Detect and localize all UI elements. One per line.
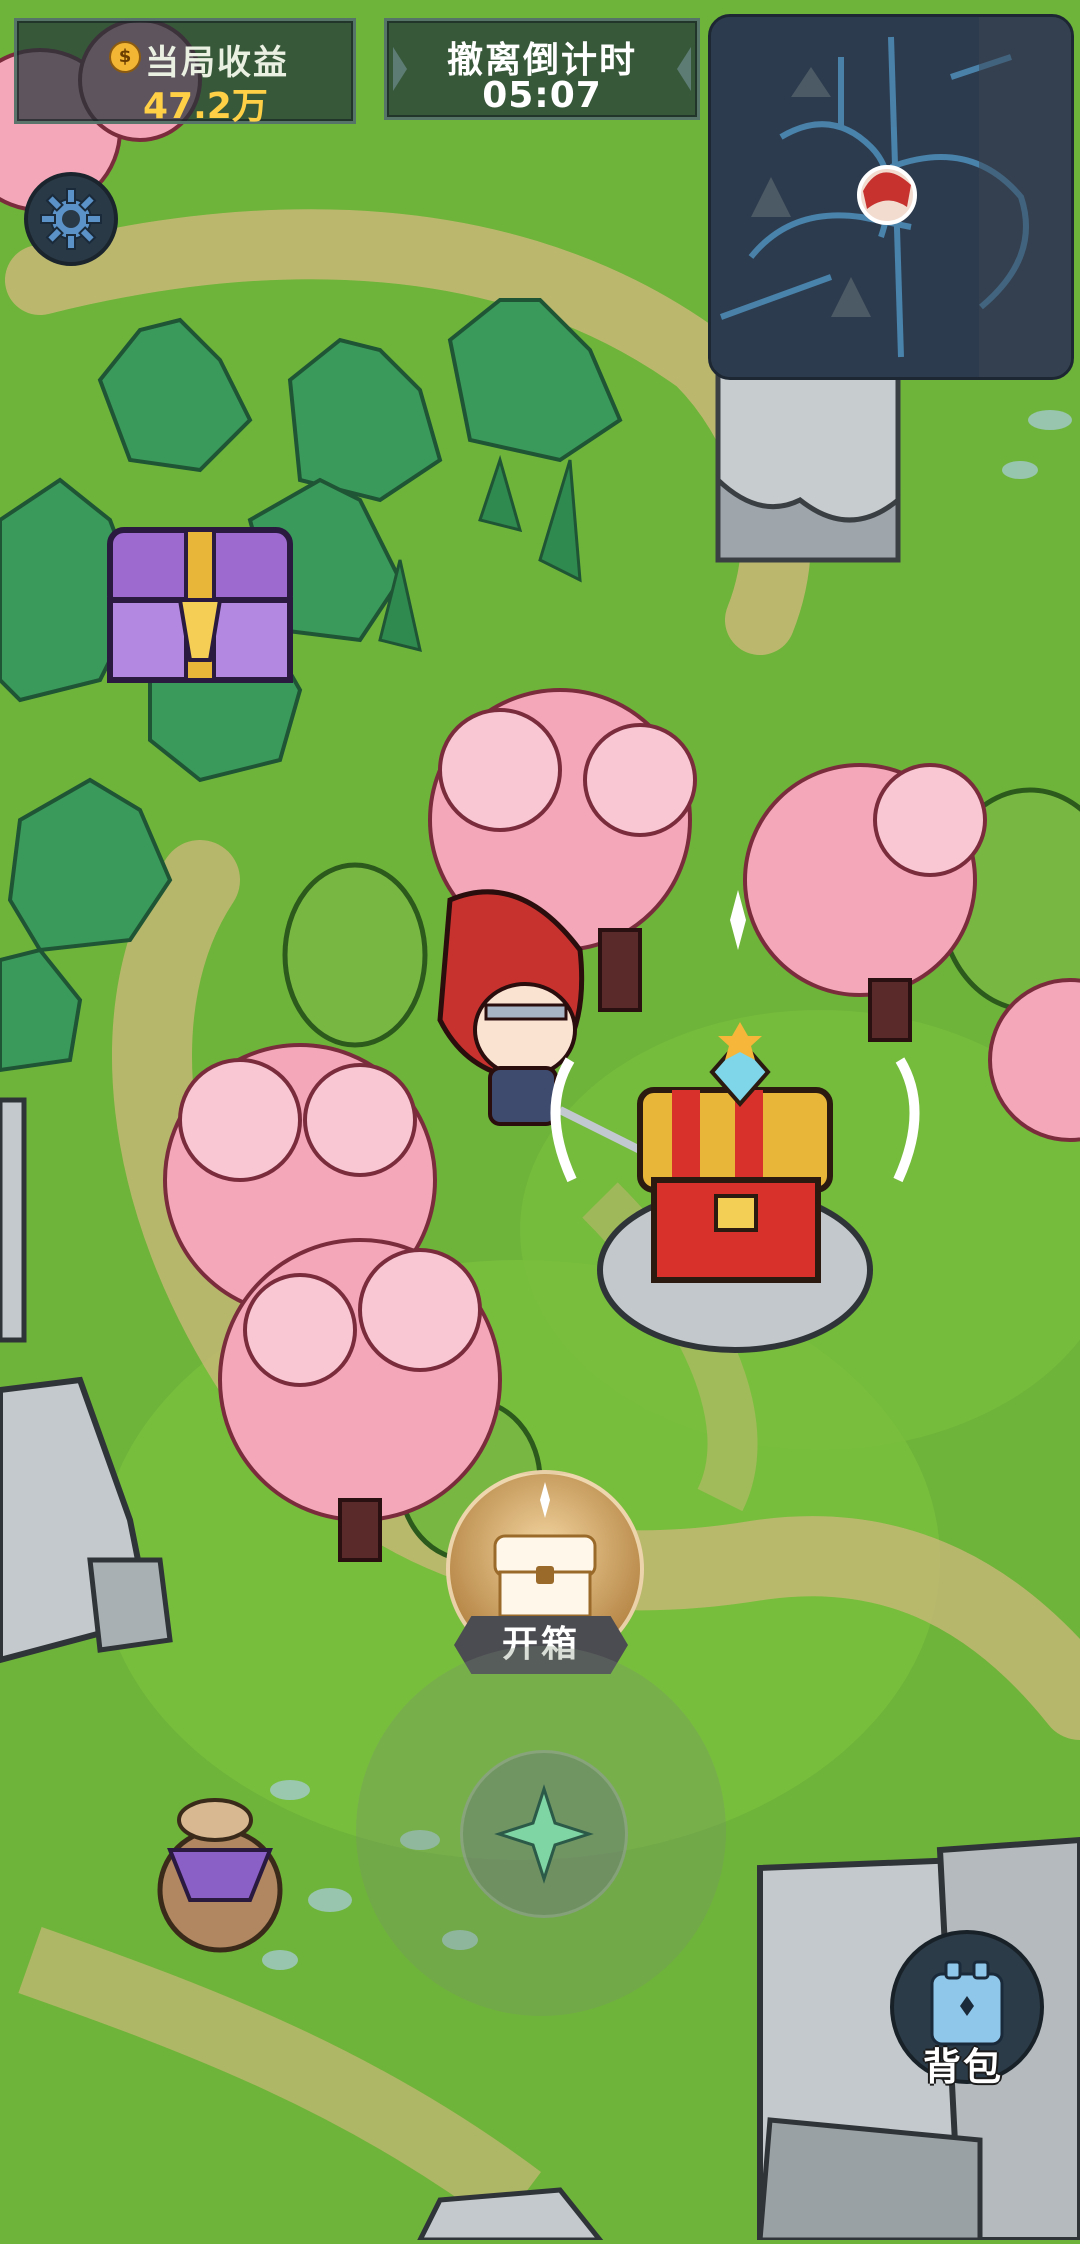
minimap[interactable]	[708, 14, 1074, 380]
evacuation-timer-panel: 撤离倒计时 05:07	[384, 18, 700, 120]
earnings-value: 47.2万	[143, 86, 268, 127]
joystick-knob[interactable]	[460, 1750, 628, 1918]
backpack-label: 背包	[922, 2045, 1003, 2089]
settings-button[interactable]	[24, 172, 118, 266]
gear-icon	[40, 188, 102, 250]
coin-icon: $	[109, 41, 141, 73]
player-avatar-icon	[857, 165, 917, 225]
movement-joystick[interactable]	[356, 1646, 726, 2016]
earnings-panel: $ 当局收益 47.2万	[14, 18, 356, 127]
purple-treasure-chest	[107, 527, 293, 683]
countdown-value: 05:07	[482, 75, 602, 116]
star-compass-icon	[494, 1784, 594, 1884]
